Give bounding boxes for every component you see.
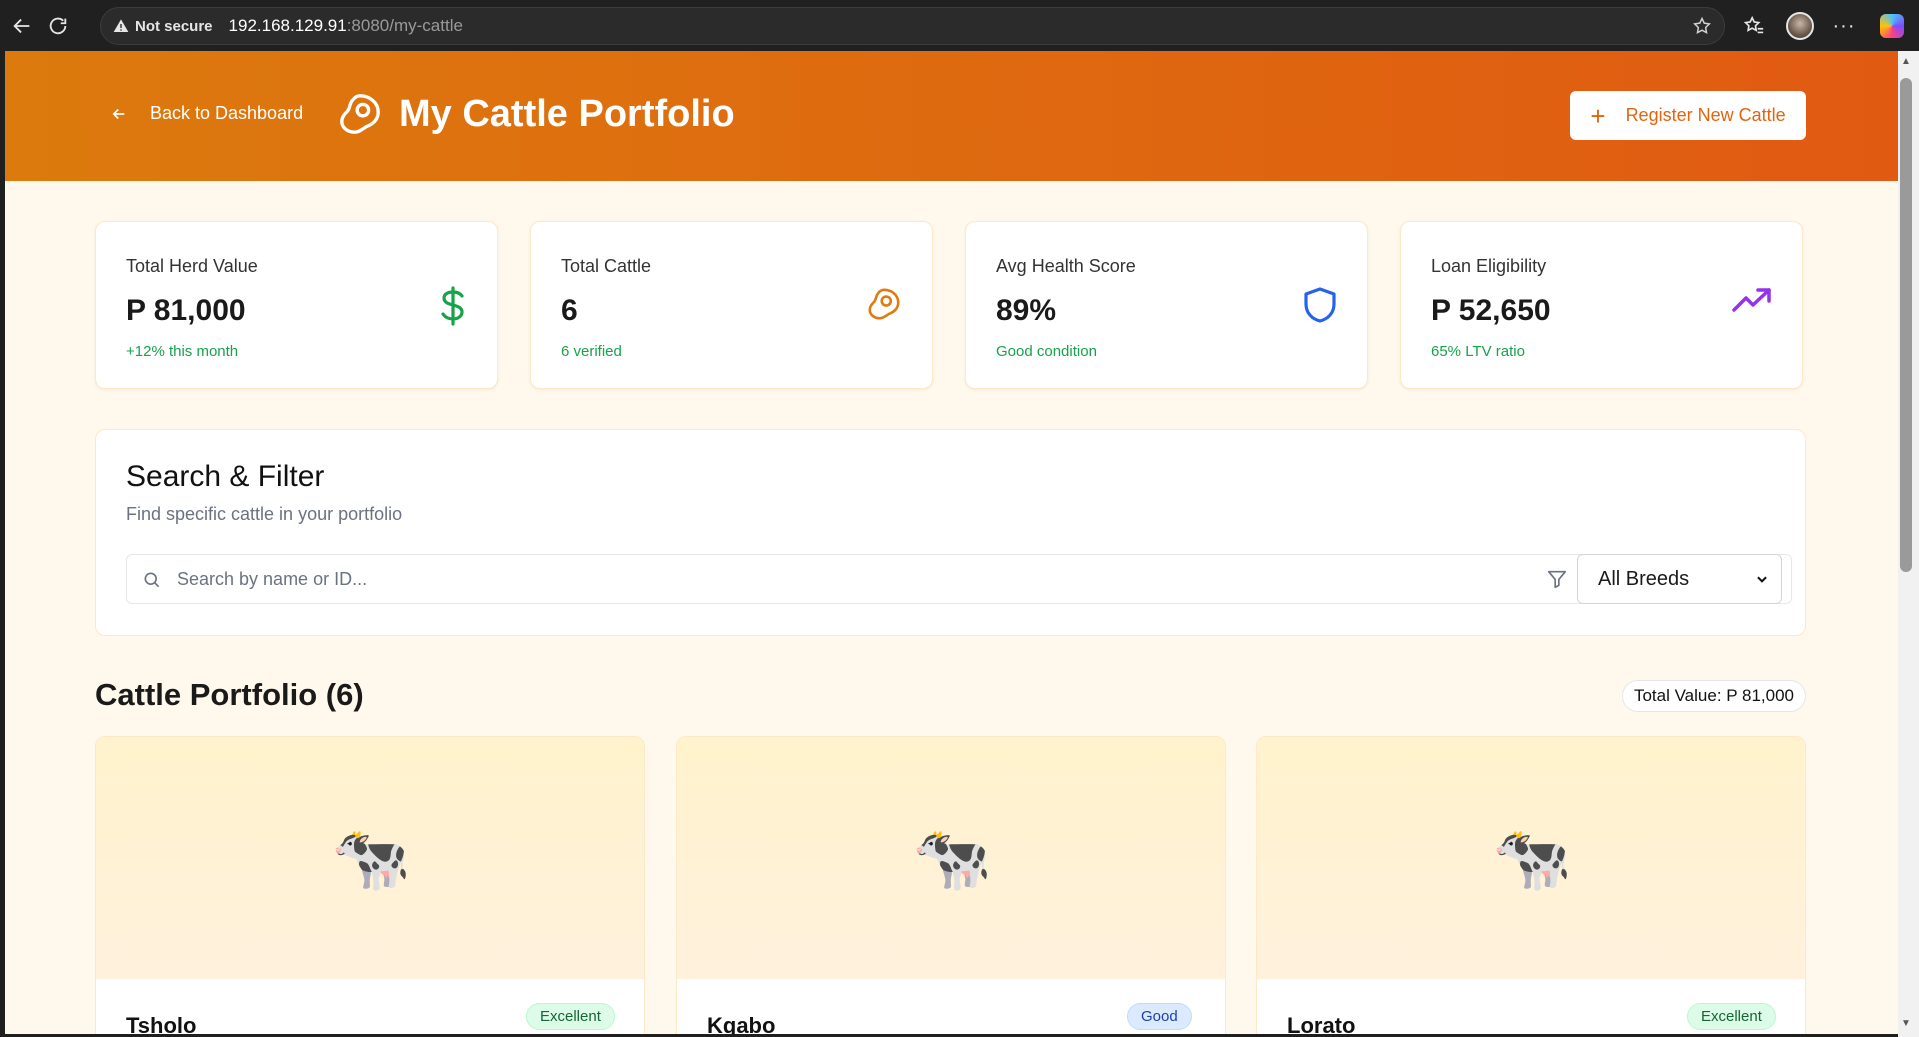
search-icon	[142, 570, 162, 595]
register-label: Register New Cattle	[1625, 105, 1786, 125]
shield-icon	[1303, 286, 1337, 329]
warning-icon	[113, 19, 129, 32]
reload-icon[interactable]	[40, 8, 76, 44]
cow-icon: 🐄	[677, 737, 1225, 979]
stat-value: P 81,000	[126, 294, 246, 327]
arrow-left-icon	[112, 108, 125, 119]
filter-icon	[1546, 568, 1568, 595]
portfolio-title: Cattle Portfolio (6)	[95, 677, 364, 712]
trending-up-icon	[1732, 286, 1772, 319]
cattle-card[interactable]: 🐄 Lorato Excellent	[1256, 736, 1806, 1034]
chevron-down-icon	[1757, 576, 1767, 583]
cattle-name: Kgabo	[707, 1013, 776, 1034]
stat-label: Total Cattle	[561, 256, 652, 276]
favorite-star-icon[interactable]	[1692, 16, 1712, 41]
cattle-name: Tsholo	[126, 1013, 197, 1034]
cow-icon: 🐄	[96, 737, 644, 979]
search-title: Search & Filter	[126, 460, 325, 493]
stat-card-total-cattle: Total Cattle 6 6 verified	[530, 221, 933, 389]
cattle-name: Lorato	[1287, 1013, 1356, 1034]
scroll-down-arrow-icon[interactable]: ▼	[1901, 1018, 1911, 1029]
cattle-logo-icon	[340, 94, 380, 134]
dollar-icon	[439, 286, 467, 331]
page-title: My Cattle Portfolio	[399, 92, 735, 135]
stat-label: Avg Health Score	[996, 256, 1136, 276]
url-host: 192.168.129.91	[228, 16, 347, 35]
health-badge: Excellent	[1687, 1003, 1776, 1030]
browser-toolbar: Not secure 192.168.129.91:8080/my-cattle…	[0, 0, 1919, 51]
page-header: Back to Dashboard My Cattle Portfolio + …	[5, 51, 1898, 181]
stat-value: 6	[561, 294, 578, 327]
back-to-dashboard-link[interactable]: Back to Dashboard	[110, 103, 303, 124]
stat-label: Loan Eligibility	[1431, 256, 1547, 276]
stat-value: 89%	[996, 294, 1057, 327]
security-label: Not secure	[135, 17, 213, 35]
plus-icon: +	[1590, 100, 1606, 131]
security-indicator[interactable]: Not secure	[113, 18, 213, 35]
health-badge: Excellent	[526, 1003, 615, 1030]
back-arrow-icon[interactable]	[4, 8, 40, 44]
scroll-up-arrow-icon[interactable]: ▲	[1901, 56, 1911, 67]
health-badge: Good	[1127, 1003, 1192, 1030]
stat-card-avg-health-score: Avg Health Score 89% Good condition	[965, 221, 1368, 389]
more-menu-icon[interactable]: ···	[1826, 8, 1862, 44]
stat-card-total-herd-value: Total Herd Value P 81,000 +12% this mont…	[95, 221, 498, 389]
scrollbar-thumb[interactable]	[1900, 78, 1912, 572]
cow-icon: 🐄	[1257, 737, 1805, 979]
back-label: Back to Dashboard	[150, 103, 304, 123]
search-subtitle: Find specific cattle in your portfolio	[126, 504, 403, 524]
breed-select[interactable]: All Breeds	[1577, 554, 1782, 604]
stat-subtext: 65% LTV ratio	[1431, 343, 1525, 360]
page-viewport: Back to Dashboard My Cattle Portfolio + …	[5, 51, 1898, 1034]
search-field[interactable]	[126, 554, 1792, 604]
copilot-icon[interactable]	[1874, 8, 1910, 44]
search-input[interactable]	[177, 568, 1177, 590]
stat-label: Total Herd Value	[126, 256, 258, 276]
favorites-icon[interactable]	[1736, 8, 1772, 44]
url-path: :8080/my-cattle	[346, 16, 463, 35]
cattle-card[interactable]: 🐄 Tsholo Excellent	[95, 736, 645, 1034]
stat-subtext: Good condition	[996, 343, 1097, 360]
cattle-card[interactable]: 🐄 Kgabo Good	[676, 736, 1226, 1034]
stat-subtext: +12% this month	[126, 343, 239, 360]
title-group: My Cattle Portfolio	[337, 91, 735, 137]
search-filter-panel: Search & Filter Find specific cattle in …	[95, 429, 1806, 636]
stat-subtext: 6 verified	[561, 343, 622, 360]
stat-card-loan-eligibility: Loan Eligibility P 52,650 65% LTV ratio	[1400, 221, 1803, 389]
breed-select-value: All Breeds	[1598, 567, 1690, 590]
cattle-logo-icon	[866, 286, 902, 327]
total-value-badge: Total Value: P 81,000	[1622, 680, 1806, 712]
register-new-cattle-button[interactable]: + Register New Cattle	[1570, 91, 1806, 140]
stat-value: P 52,650	[1431, 294, 1551, 327]
profile-avatar[interactable]	[1782, 8, 1818, 44]
address-bar[interactable]: Not secure 192.168.129.91:8080/my-cattle	[100, 7, 1725, 45]
